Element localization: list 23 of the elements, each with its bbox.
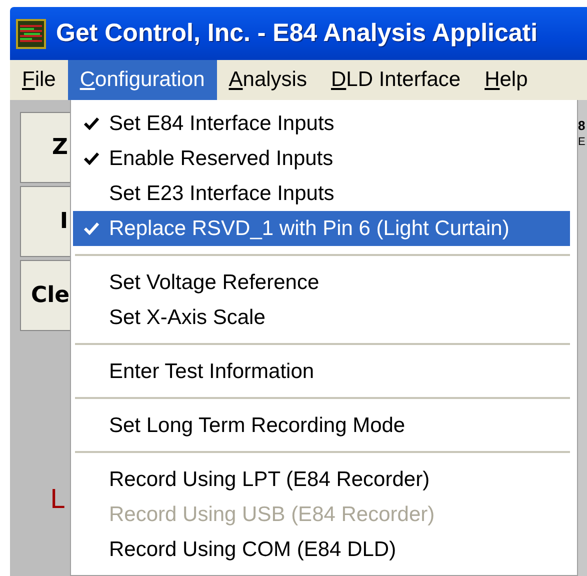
menu-item[interactable]: Analysis <box>216 60 319 100</box>
toolbar-button[interactable]: I <box>20 186 70 257</box>
toolbar-button[interactable]: Cle <box>20 260 70 331</box>
menu-item[interactable]: Help <box>472 60 540 100</box>
toolbar-button[interactable]: Z <box>20 112 70 183</box>
menu-option[interactable]: Enter Test Information <box>73 354 570 389</box>
menu-item[interactable]: File <box>10 60 68 100</box>
menu-option[interactable]: Record Using LPT (E84 Recorder) <box>73 462 570 497</box>
menu-option[interactable]: Enable Reserved Inputs <box>73 141 570 176</box>
partial-label: 8 <box>578 118 586 133</box>
menu-option[interactable]: Set X-Axis Scale <box>73 300 570 335</box>
app-icon <box>16 18 46 48</box>
menu-option[interactable]: Record Using COM (E84 DLD) <box>73 532 570 567</box>
menu-option[interactable]: Set E84 Interface Inputs <box>73 106 570 141</box>
window-title: Get Control, Inc. - E84 Analysis Applicati <box>56 19 538 48</box>
menu-option[interactable]: Set Voltage Reference <box>73 265 570 300</box>
status-label: L <box>50 485 64 515</box>
partial-label: E <box>578 136 586 148</box>
menu-item[interactable]: Configuration <box>68 60 217 100</box>
menu-item[interactable]: DLD Interface <box>318 60 473 100</box>
menu-option[interactable]: Set E23 Interface Inputs <box>73 176 570 211</box>
menu-option[interactable]: Replace RSVD_1 with Pin 6 (Light Curtain) <box>73 211 570 246</box>
menu-option[interactable]: Set Long Term Recording Mode <box>73 408 570 443</box>
